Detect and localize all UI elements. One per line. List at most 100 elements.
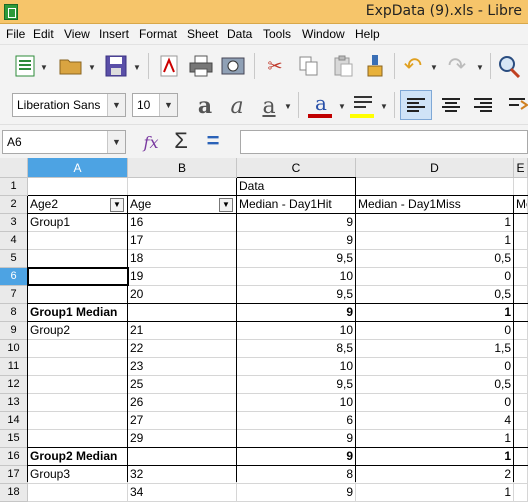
cell-e5[interactable] bbox=[514, 250, 528, 268]
cell-c17[interactable]: 8 bbox=[237, 466, 356, 484]
spelling-icon[interactable] bbox=[496, 53, 522, 79]
cell-d18[interactable]: 1 bbox=[356, 484, 514, 502]
row-header-12[interactable]: 12 bbox=[0, 376, 28, 394]
font-size-combo[interactable]: 10 ▼ bbox=[132, 93, 178, 117]
row-header-18[interactable]: 18 bbox=[0, 484, 28, 502]
row-header-13[interactable]: 13 bbox=[0, 394, 28, 412]
cell-e15[interactable] bbox=[514, 430, 528, 448]
cell-b18[interactable]: 34 bbox=[128, 484, 237, 502]
cell-b15[interactable]: 29 bbox=[128, 430, 237, 448]
row-header-17[interactable]: 17 bbox=[0, 466, 28, 484]
cell-e9[interactable] bbox=[514, 322, 528, 340]
font-name-combo[interactable]: Liberation Sans ▼ bbox=[12, 93, 126, 117]
align-center-icon[interactable] bbox=[438, 92, 464, 118]
cell-b9[interactable]: 21 bbox=[128, 322, 237, 340]
align-left-icon[interactable] bbox=[400, 90, 432, 120]
cell-a6[interactable] bbox=[28, 268, 128, 286]
save-dropdown-arrow[interactable]: ▼ bbox=[133, 63, 141, 72]
cell-d11[interactable]: 0 bbox=[356, 358, 514, 376]
cell-e1[interactable] bbox=[514, 178, 528, 196]
cell-e14[interactable] bbox=[514, 412, 528, 430]
row-header-3[interactable]: 3 bbox=[0, 214, 28, 232]
age2-filter-button[interactable]: ▼ bbox=[110, 198, 124, 212]
underline-dropdown-arrow[interactable]: ▼ bbox=[284, 102, 292, 111]
paste-icon[interactable] bbox=[330, 53, 356, 79]
menu-window[interactable]: Window bbox=[302, 27, 345, 41]
print-icon[interactable] bbox=[188, 53, 214, 79]
row-header-5[interactable]: 5 bbox=[0, 250, 28, 268]
cell-e6[interactable] bbox=[514, 268, 528, 286]
row-header-15[interactable]: 15 bbox=[0, 430, 28, 448]
menu-edit[interactable]: Edit bbox=[33, 27, 54, 41]
cell-c6[interactable]: 10 bbox=[237, 268, 356, 286]
cell-a1[interactable] bbox=[28, 178, 128, 196]
menu-view[interactable]: View bbox=[64, 27, 90, 41]
cell-e16[interactable] bbox=[514, 448, 528, 466]
undo-dropdown-arrow[interactable]: ▼ bbox=[430, 63, 438, 72]
cell-e3[interactable] bbox=[514, 214, 528, 232]
cell-c15[interactable]: 9 bbox=[237, 430, 356, 448]
new-dropdown-arrow[interactable]: ▼ bbox=[40, 63, 48, 72]
row-header-7[interactable]: 7 bbox=[0, 286, 28, 304]
cell-d7[interactable]: 0,5 bbox=[356, 286, 514, 304]
cell-a18[interactable] bbox=[28, 484, 128, 502]
cell-e12[interactable] bbox=[514, 376, 528, 394]
column-header-e[interactable]: E bbox=[514, 158, 528, 178]
cell-a4[interactable] bbox=[28, 232, 128, 250]
cell-d6[interactable]: 0 bbox=[356, 268, 514, 286]
cell-c9[interactable]: 10 bbox=[237, 322, 356, 340]
cell-e4[interactable] bbox=[514, 232, 528, 250]
cell-a14[interactable] bbox=[28, 412, 128, 430]
cell-b7[interactable]: 20 bbox=[128, 286, 237, 304]
cell-c12[interactable]: 9,5 bbox=[237, 376, 356, 394]
cell-c1[interactable]: Data bbox=[237, 178, 356, 196]
cell-c8[interactable]: 9 bbox=[237, 304, 356, 322]
cell-a7[interactable] bbox=[28, 286, 128, 304]
cell-b17[interactable]: 32 bbox=[128, 466, 237, 484]
cell-c14[interactable]: 6 bbox=[237, 412, 356, 430]
cell-c11[interactable]: 10 bbox=[237, 358, 356, 376]
open-dropdown-arrow[interactable]: ▼ bbox=[88, 63, 96, 72]
menu-file[interactable]: File bbox=[6, 27, 25, 41]
cell-a3[interactable]: Group1 bbox=[28, 214, 128, 232]
cell-c4[interactable]: 9 bbox=[237, 232, 356, 250]
cell-a10[interactable] bbox=[28, 340, 128, 358]
bold-icon[interactable]: a bbox=[192, 93, 218, 119]
redo-icon[interactable]: ↷ bbox=[444, 53, 470, 79]
cell-e13[interactable] bbox=[514, 394, 528, 412]
row-header-1[interactable]: 1 bbox=[0, 178, 28, 196]
column-header-d[interactable]: D bbox=[356, 158, 514, 178]
cell-a12[interactable] bbox=[28, 376, 128, 394]
open-icon[interactable] bbox=[58, 53, 84, 79]
cell-c3[interactable]: 9 bbox=[237, 214, 356, 232]
cell-d17[interactable]: 2 bbox=[356, 466, 514, 484]
wrap-text-icon[interactable] bbox=[506, 92, 528, 118]
highlight-dropdown-arrow[interactable]: ▼ bbox=[380, 102, 388, 111]
cell-d9[interactable]: 0 bbox=[356, 322, 514, 340]
column-header-a[interactable]: A bbox=[28, 158, 128, 178]
chevron-down-icon[interactable]: ▼ bbox=[159, 94, 177, 116]
cell-d13[interactable]: 0 bbox=[356, 394, 514, 412]
name-box[interactable]: A6 ▼ bbox=[2, 130, 126, 154]
formula-equals-icon[interactable]: = bbox=[200, 128, 226, 154]
menu-data[interactable]: Data bbox=[227, 27, 252, 41]
cell-d15[interactable]: 1 bbox=[356, 430, 514, 448]
cell-e7[interactable] bbox=[514, 286, 528, 304]
cell-c2[interactable]: Median - Day1Hit bbox=[237, 196, 356, 214]
cell-b3[interactable]: 16 bbox=[128, 214, 237, 232]
cell-c5[interactable]: 9,5 bbox=[237, 250, 356, 268]
sum-icon[interactable]: Σ bbox=[168, 128, 194, 154]
redo-dropdown-arrow[interactable]: ▼ bbox=[476, 63, 484, 72]
cell-b14[interactable]: 27 bbox=[128, 412, 237, 430]
menu-sheet[interactable]: Sheet bbox=[187, 27, 218, 41]
cell-d12[interactable]: 0,5 bbox=[356, 376, 514, 394]
row-header-9[interactable]: 9 bbox=[0, 322, 28, 340]
chevron-down-icon[interactable]: ▼ bbox=[107, 94, 125, 116]
cell-c18[interactable]: 9 bbox=[237, 484, 356, 502]
cell-a8[interactable]: Group1 Median bbox=[28, 304, 128, 322]
underline-icon[interactable]: a bbox=[256, 93, 282, 119]
cell-a15[interactable] bbox=[28, 430, 128, 448]
cell-d14[interactable]: 4 bbox=[356, 412, 514, 430]
row-header-2[interactable]: 2 bbox=[0, 196, 28, 214]
age-filter-button[interactable]: ▼ bbox=[219, 198, 233, 212]
